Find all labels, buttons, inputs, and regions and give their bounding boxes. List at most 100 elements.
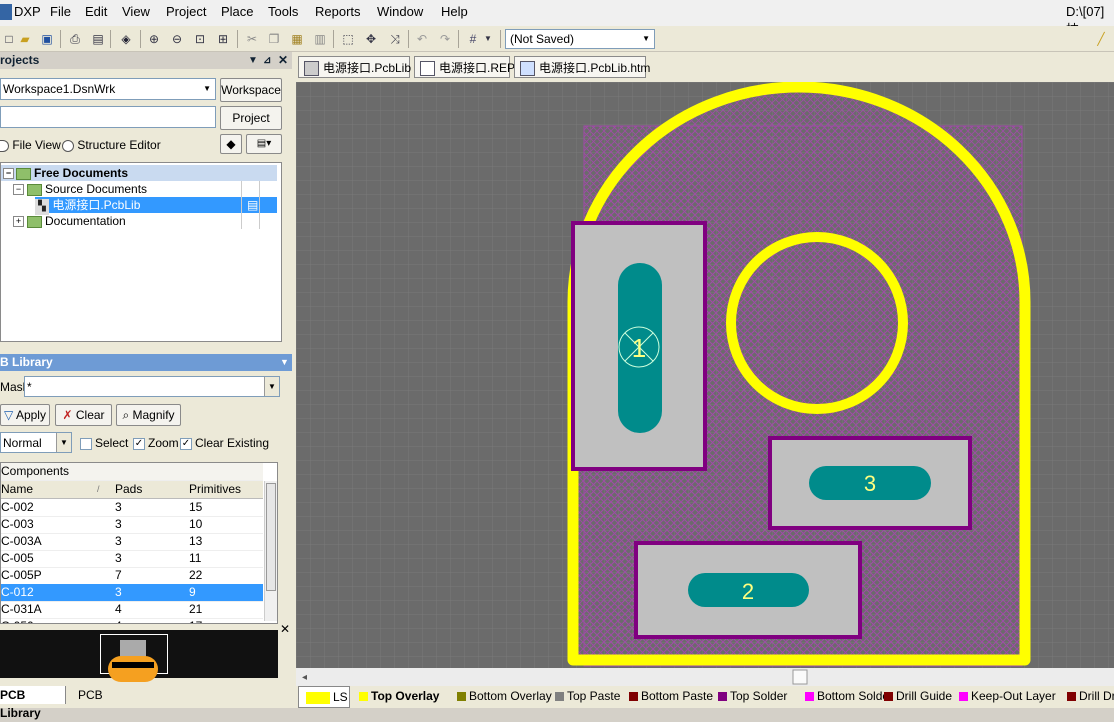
table-row[interactable]: C-005P 7 22: [1, 567, 263, 585]
layer-tab-3[interactable]: Top Paste: [552, 686, 620, 706]
scrollbar-thumb[interactable]: [792, 669, 808, 685]
horizontal-scrollbar[interactable]: [296, 668, 1114, 686]
layer-tab-9[interactable]: Drill Draw: [1064, 686, 1114, 706]
layer-tab-5[interactable]: Top Solder: [715, 686, 787, 706]
mode-select[interactable]: Normal ▼: [0, 432, 72, 453]
chevron-down-icon[interactable]: ▼: [264, 377, 279, 396]
paste-icon[interactable]: ▦: [288, 30, 306, 48]
panel-menu-icon[interactable]: ▼: [248, 52, 258, 69]
tree-item-documentation[interactable]: + Documentation: [1, 213, 277, 229]
table-row[interactable]: C-050 4 17: [1, 618, 263, 623]
tab-pcb[interactable]: PCB: [70, 686, 114, 704]
column-header-name[interactable]: Name: [1, 481, 33, 498]
layer-tab-1[interactable]: Top Overlay: [356, 686, 439, 706]
pcb-library-panel-title: B Library: [0, 355, 53, 369]
menu-window[interactable]: Window: [377, 4, 423, 19]
close-icon[interactable]: ✕: [280, 622, 290, 636]
table-row[interactable]: C-005 3 11: [1, 550, 263, 568]
expand-icon[interactable]: +: [13, 216, 24, 227]
layer-tab-7[interactable]: Drill Guide: [881, 686, 952, 706]
grid-icon[interactable]: #: [464, 30, 482, 48]
close-icon[interactable]: ✕: [278, 52, 288, 69]
rubber-stamp-icon[interactable]: ▥: [311, 30, 329, 48]
project-options-icon[interactable]: ▤▾: [246, 134, 282, 154]
table-row[interactable]: C-003A 3 13: [1, 533, 263, 551]
table-row[interactable]: C-002 3 15: [1, 499, 263, 517]
column-header-pads[interactable]: Pads: [115, 481, 142, 498]
mask-input[interactable]: * ▼: [24, 376, 280, 397]
grid-header-components: Components: [1, 463, 263, 481]
print-icon[interactable]: ⎙: [66, 30, 84, 48]
column-header-primitives[interactable]: Primitives: [189, 481, 241, 498]
status-select[interactable]: (Not Saved) ▼: [505, 29, 655, 49]
cross-select-icon[interactable]: ⤨: [386, 30, 404, 48]
layer-tab-label: Top Paste: [567, 689, 621, 703]
menu-dxp[interactable]: DXP: [14, 4, 41, 19]
zoom-checkbox[interactable]: ✓ Zoom: [133, 436, 179, 450]
zoom-label: Zoom: [148, 436, 179, 450]
print-preview-icon[interactable]: ▤: [89, 30, 107, 48]
table-row[interactable]: C-012 3 9: [1, 584, 263, 602]
tab-htm[interactable]: 电源接口.PcbLib.htm: [514, 56, 650, 78]
move-icon[interactable]: ✥: [362, 30, 380, 48]
workspace-button[interactable]: Workspace: [220, 78, 282, 102]
menu-reports[interactable]: Reports: [315, 4, 361, 19]
layer-tab-0[interactable]: LS: [298, 686, 350, 708]
scroll-left-icon[interactable]: ◂: [302, 672, 307, 683]
menu-file[interactable]: File: [50, 4, 71, 19]
undo-icon[interactable]: ↶: [413, 30, 431, 48]
project-select[interactable]: [0, 106, 216, 128]
grid-scrollbar[interactable]: [264, 481, 277, 621]
table-row[interactable]: C-031A 4 21: [1, 601, 263, 619]
clear-button[interactable]: ✗ Clear: [55, 404, 112, 426]
apply-button[interactable]: ▽ Apply: [0, 404, 50, 426]
tree-item-free-documents[interactable]: − Free Documents: [1, 165, 277, 181]
zoom-out-icon[interactable]: ⊖: [168, 30, 186, 48]
save-icon[interactable]: ▣: [38, 30, 56, 48]
layer-tab-8[interactable]: Keep-Out Layer: [956, 686, 1056, 706]
chevron-down-icon[interactable]: ▼: [56, 433, 71, 452]
layer-tab-2[interactable]: Bottom Overlay: [454, 686, 552, 706]
cell-pads: 3: [115, 500, 122, 514]
copy-icon[interactable]: ❐: [265, 30, 283, 48]
cut-icon[interactable]: ✂: [243, 30, 261, 48]
zoom-area-icon[interactable]: ⊞: [214, 30, 232, 48]
zoom-in-icon[interactable]: ⊕: [145, 30, 163, 48]
menu-project[interactable]: Project: [166, 4, 206, 19]
tab-pcblib[interactable]: 电源接口.PcbLib: [298, 56, 411, 78]
workspace-select[interactable]: Workspace1.DsnWrk ▼: [0, 78, 216, 100]
menu-edit[interactable]: Edit: [85, 4, 107, 19]
pin-icon[interactable]: ⊿: [263, 52, 271, 69]
tab-rep[interactable]: 电源接口.REP: [414, 56, 515, 78]
redo-icon[interactable]: ↷: [436, 30, 454, 48]
collapse-icon[interactable]: −: [13, 184, 24, 195]
magnify-button[interactable]: ⌕ Magnify: [116, 404, 181, 426]
structure-editor-radio[interactable]: Structure Editor: [62, 138, 161, 152]
menu-help[interactable]: Help: [441, 4, 468, 19]
layer-tab-6[interactable]: Bottom Solder: [802, 686, 893, 706]
tab-pcb-library[interactable]: PCB Library: [0, 686, 66, 720]
pencil-icon[interactable]: ╱: [1092, 30, 1110, 48]
select-checkbox[interactable]: Select: [80, 436, 128, 450]
collapse-icon[interactable]: −: [3, 168, 14, 179]
project-button[interactable]: Project: [220, 106, 282, 130]
open-icon[interactable]: ▰: [16, 30, 34, 48]
table-row[interactable]: C-003 3 10: [1, 516, 263, 534]
tree-item-source-documents[interactable]: − Source Documents: [1, 181, 277, 197]
select-area-icon[interactable]: ⬚: [339, 30, 357, 48]
pcb-canvas[interactable]: 1 3 2 ◂: [296, 82, 1114, 686]
mask-value: *: [27, 380, 32, 394]
compile-icon[interactable]: ◆: [220, 134, 242, 154]
scrollbar-thumb[interactable]: [266, 483, 276, 591]
menu-place[interactable]: Place: [221, 4, 254, 19]
zoom-fit-icon[interactable]: ⊡: [191, 30, 209, 48]
3d-view-icon[interactable]: ◈: [117, 30, 135, 48]
menu-tools[interactable]: Tools: [268, 4, 298, 19]
grid-dropdown-icon[interactable]: ▼: [483, 30, 493, 48]
chevron-down-icon[interactable]: ▼: [280, 354, 289, 371]
clear-existing-checkbox[interactable]: ✓ Clear Existing: [180, 436, 269, 450]
file-view-radio[interactable]: File View: [0, 138, 61, 152]
filter-icon: ▽: [4, 408, 14, 422]
menu-view[interactable]: View: [122, 4, 150, 19]
layer-tab-4[interactable]: Bottom Paste: [626, 686, 713, 706]
